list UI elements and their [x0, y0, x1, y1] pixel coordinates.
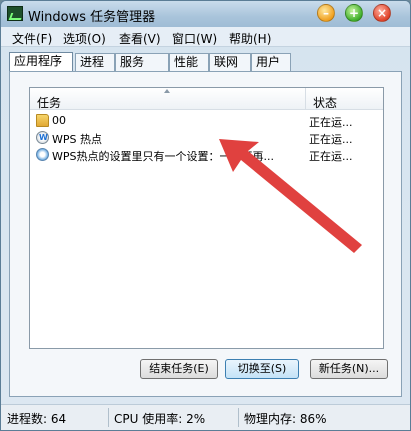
tab-users[interactable]: 用户 [251, 53, 291, 71]
column-header-task[interactable]: 任务 [30, 88, 306, 110]
task-manager-app-icon [7, 6, 23, 21]
menu-window[interactable]: 窗口(W) [172, 30, 217, 47]
tab-networking[interactable]: 联网 [209, 53, 251, 71]
task-list[interactable]: 任务 状态 00 正在运... WPS 热点 正在运... WPS热点的设置里只… [29, 87, 384, 349]
task-name: WPS热点的设置里只有一个设置：一周不再... [52, 150, 274, 163]
status-divider [108, 408, 109, 427]
tab-performance[interactable]: 性能 [169, 53, 209, 71]
task-status: 正在运... [309, 150, 353, 163]
menu-file[interactable]: 文件(F) [12, 30, 52, 47]
tab-processes[interactable]: 进程 [75, 53, 115, 71]
applications-panel: 任务 状态 00 正在运... WPS 热点 正在运... WPS热点的设置里只… [9, 71, 402, 397]
table-row[interactable]: WPS 热点 正在运... [30, 129, 383, 146]
cpu-usage: CPU 使用率: 2% [114, 412, 206, 426]
task-name: 00 [52, 114, 66, 127]
menu-options[interactable]: 选项(O) [63, 30, 106, 47]
wps-icon [36, 131, 49, 144]
task-manager-window: Windows 任务管理器 – + × 文件(F) 选项(O) 查看(V) 窗口… [0, 0, 411, 431]
task-status: 正在运... [309, 116, 353, 129]
status-bar: 进程数: 64 CPU 使用率: 2% 物理内存: 86% [1, 404, 410, 430]
table-row[interactable]: WPS热点的设置里只有一个设置：一周不再... 正在运... [30, 146, 383, 163]
column-header-status[interactable]: 状态 [308, 88, 337, 110]
task-name: WPS 热点 [52, 133, 102, 146]
menu-help[interactable]: 帮助(H) [229, 30, 271, 47]
minimize-button[interactable]: – [317, 4, 335, 22]
tab-services[interactable]: 服务 [115, 53, 169, 71]
close-button[interactable]: × [373, 4, 391, 22]
task-status: 正在运... [309, 133, 353, 146]
table-row[interactable]: 00 正在运... [30, 112, 383, 129]
tab-strip: 应用程序 进程 服务 性能 联网 用户 [9, 52, 409, 72]
wps-settings-icon [36, 148, 49, 161]
window-title: Windows 任务管理器 [28, 10, 156, 25]
maximize-button[interactable]: + [345, 4, 363, 22]
switch-to-button[interactable]: 切换至(S) [225, 359, 299, 379]
end-task-button[interactable]: 结束任务(E) [140, 359, 218, 379]
menu-bar: 文件(F) 选项(O) 查看(V) 窗口(W) 帮助(H) [1, 27, 410, 47]
task-list-header: 任务 状态 [30, 88, 383, 110]
status-divider [238, 408, 239, 427]
process-count: 进程数: 64 [7, 412, 67, 426]
title-bar[interactable]: Windows 任务管理器 – + × [1, 1, 410, 27]
tab-applications[interactable]: 应用程序 [9, 52, 73, 72]
new-task-button[interactable]: 新任务(N)... [310, 359, 388, 379]
memory-usage: 物理内存: 86% [244, 412, 327, 426]
menu-view[interactable]: 查看(V) [119, 30, 161, 47]
folder-icon [36, 114, 49, 127]
